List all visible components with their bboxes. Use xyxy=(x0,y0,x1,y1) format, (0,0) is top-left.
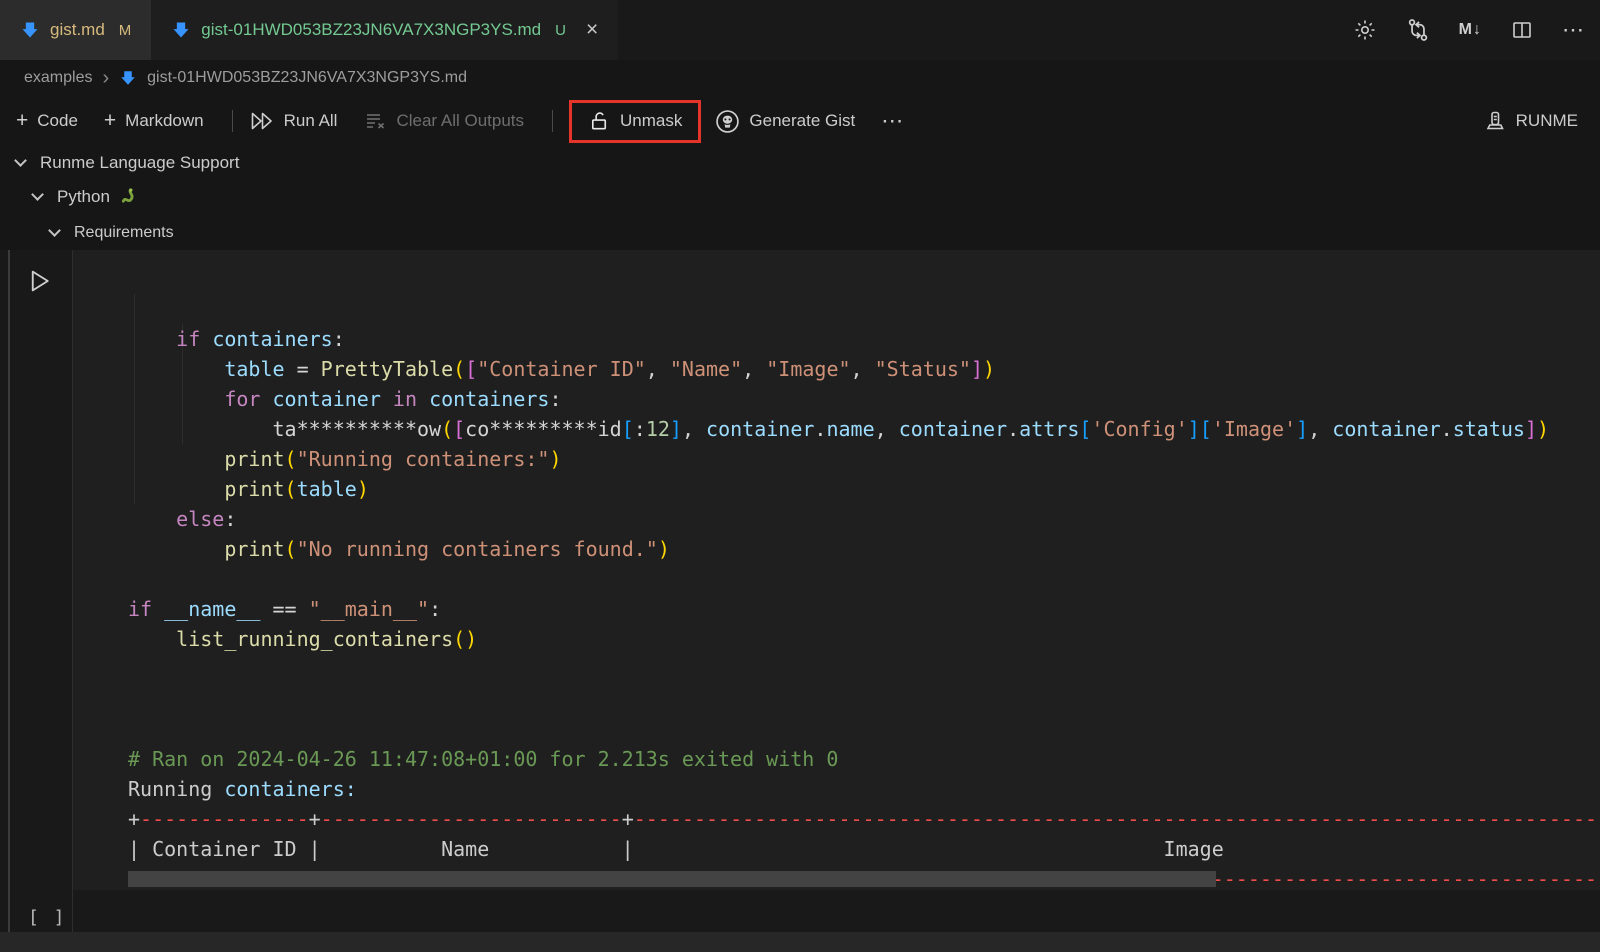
document-outline: Runme Language Support Python Requiremen… xyxy=(0,146,1600,250)
runme-file-icon xyxy=(119,68,137,88)
outline-item-python[interactable]: Python xyxy=(33,180,141,214)
clear-outputs-icon xyxy=(363,109,387,133)
next-cell-strip xyxy=(0,932,1600,952)
breadcrumb-separator-icon: › xyxy=(102,67,109,90)
settings-gear-icon[interactable] xyxy=(1353,18,1377,42)
play-icon xyxy=(24,266,54,296)
outline-label: Runme Language Support xyxy=(40,153,239,173)
unmask-label: Unmask xyxy=(620,111,682,131)
split-editor-icon[interactable] xyxy=(1510,18,1534,42)
run-all-label: Run All xyxy=(284,111,338,131)
runme-file-icon xyxy=(171,19,191,41)
breadcrumb: examples › gist-01HWD053BZ23JN6VA7X3NGP3… xyxy=(24,60,467,96)
outline-label: Python xyxy=(57,187,110,207)
modified-badge: M xyxy=(119,22,132,39)
notebook-header: examples › gist-01HWD053BZ23JN6VA7X3NGP3… xyxy=(0,60,1600,250)
unmask-button[interactable]: Unmask xyxy=(588,110,682,133)
more-actions-icon[interactable]: ⋯ xyxy=(1562,17,1584,43)
editor-actions: M↓ ⋯ xyxy=(1353,0,1584,60)
tab-label: gist.md xyxy=(50,20,105,40)
editor-tab-bar: gist.md M gist-01HWD053BZ23JN6VA7X3NGP3Y… xyxy=(0,0,1600,60)
annotation-highlight: Unmask xyxy=(569,100,701,143)
runme-label: RUNME xyxy=(1516,111,1578,131)
cell-editor-area: if containers: table = PrettyTable(["Con… xyxy=(73,250,1600,890)
clear-all-outputs-label: Clear All Outputs xyxy=(396,111,524,131)
generate-gist-button[interactable]: Generate Gist xyxy=(715,109,855,134)
add-markdown-cell-button[interactable]: + Markdown xyxy=(104,109,204,133)
generate-gist-label: Generate Gist xyxy=(749,111,855,131)
toolbar-more-icon[interactable]: ⋯ xyxy=(881,108,903,134)
chevron-down-icon xyxy=(48,224,61,237)
chevron-down-icon xyxy=(31,188,44,201)
close-tab-icon[interactable]: × xyxy=(586,18,598,42)
code-cell: [ ] if containers: table = PrettyTable([… xyxy=(0,250,1600,952)
cell-output: # Ran on 2024-04-26 11:47:08+01:00 for 2… xyxy=(128,714,1600,890)
tab-gist-md[interactable]: gist.md M xyxy=(0,0,151,60)
tab-label: gist-01HWD053BZ23JN6VA7X3NGP3YS.md xyxy=(201,20,541,40)
toolbar-divider xyxy=(552,110,553,132)
add-code-label: Code xyxy=(37,111,78,131)
runme-logo-icon xyxy=(1483,109,1507,133)
runme-kernel-button[interactable]: RUNME xyxy=(1483,109,1578,133)
add-code-cell-button[interactable]: + Code xyxy=(16,109,78,133)
breadcrumb-file[interactable]: gist-01HWD053BZ23JN6VA7X3NGP3YS.md xyxy=(147,69,467,87)
outline-item-runme-language-support[interactable]: Runme Language Support xyxy=(16,146,239,180)
plus-icon: + xyxy=(16,109,28,133)
cell-focus-indicator: [ ] xyxy=(28,907,67,928)
run-all-icon xyxy=(249,110,275,132)
outline-item-requirements[interactable]: Requirements xyxy=(50,216,174,250)
breadcrumb-folder[interactable]: examples xyxy=(24,69,92,87)
compare-changes-icon[interactable] xyxy=(1405,17,1431,43)
notebook-toolbar: + Code + Markdown Run All Clear All Outp… xyxy=(0,96,1600,146)
untracked-badge: U xyxy=(555,22,566,39)
toolbar-divider xyxy=(232,110,233,132)
runme-notebook-window: gist.md M gist-01HWD053BZ23JN6VA7X3NGP3Y… xyxy=(0,0,1600,952)
run-cell-button[interactable] xyxy=(24,266,54,296)
unlock-icon xyxy=(588,110,611,133)
github-icon xyxy=(715,109,740,134)
runme-file-icon xyxy=(20,19,40,41)
cell-gutter: [ ] xyxy=(10,250,72,952)
clear-all-outputs-button[interactable]: Clear All Outputs xyxy=(363,109,524,133)
plus-icon: + xyxy=(104,109,116,133)
add-markdown-label: Markdown xyxy=(125,111,203,131)
python-snake-emoji xyxy=(119,187,141,207)
horizontal-scrollbar[interactable] xyxy=(128,871,1216,887)
outline-label: Requirements xyxy=(74,224,174,242)
markdown-preview-icon[interactable]: M↓ xyxy=(1459,21,1482,39)
run-all-button[interactable]: Run All xyxy=(249,110,338,132)
tab-gist-01hwd[interactable]: gist-01HWD053BZ23JN6VA7X3NGP3YS.md U × xyxy=(151,0,618,60)
code-editor[interactable]: if containers: table = PrettyTable(["Con… xyxy=(128,324,1600,654)
chevron-down-icon xyxy=(14,154,27,167)
